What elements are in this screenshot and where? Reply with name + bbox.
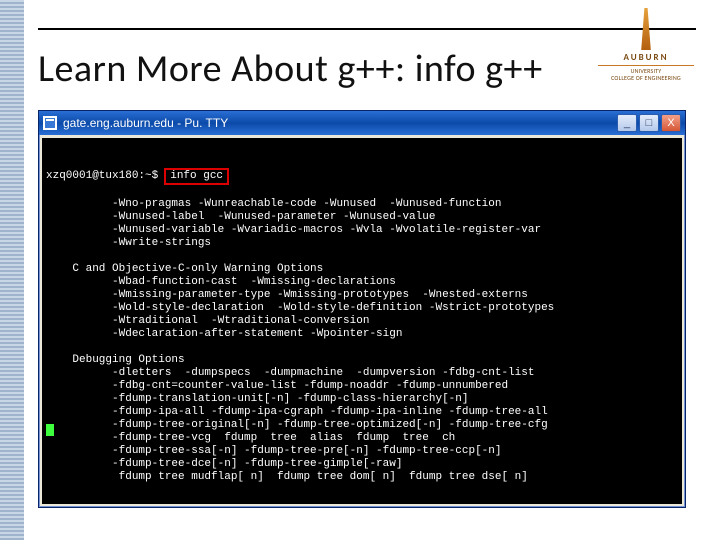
tower-icon — [638, 8, 654, 50]
term-line: -Wdeclaration-after-statement -Wpointer-… — [46, 328, 402, 340]
putty-icon — [43, 116, 57, 130]
close-icon: X — [667, 117, 674, 129]
maximize-button[interactable]: □ — [639, 114, 659, 132]
prompt-line: xzq0001@tux180:~$ info gcc — [46, 168, 678, 185]
term-line: -dletters -dumpspecs -dumpmachine -dumpv… — [46, 367, 534, 379]
term-line: -fdump-ipa-all -fdump-ipa-cgraph -fdump-… — [46, 406, 548, 418]
auburn-logo: AUBURN UNIVERSITY COLLEGE OF ENGINEERING — [598, 8, 694, 81]
window-title: gate.eng.auburn.edu - Pu. TTY — [63, 116, 611, 130]
left-decorative-stripe — [0, 0, 24, 540]
term-line: -Wmissing-parameter-type -Wmissing-proto… — [46, 289, 528, 301]
term-line: -fdump-translation-unit[-n] -fdump-class… — [46, 393, 468, 405]
term-line: -Wno-pragmas -Wunreachable-code -Wunused… — [46, 198, 501, 210]
logo-divider — [598, 65, 694, 66]
slide: Learn More About g++: info g++ AUBURN UN… — [0, 0, 720, 540]
logo-name: AUBURN — [598, 52, 694, 63]
term-line: Debugging Options — [46, 354, 185, 366]
term-line: -Wtraditional -Wtraditional-conversion — [46, 315, 369, 327]
slide-title: Learn More About g++: info g++ — [38, 46, 543, 92]
term-line: -Wbad-function-cast -Wmissing-declaratio… — [46, 276, 396, 288]
term-line: -fdump-tree-dce[-n] -fdump-tree-gimple[-… — [46, 458, 402, 470]
close-button[interactable]: X — [661, 114, 681, 132]
term-line: -fdbg-cnt=counter-value-list -fdump-noad… — [46, 380, 508, 392]
shell-prompt: xzq0001@tux180:~$ — [46, 170, 158, 183]
term-line: -Wunused-variable -Wvariadic-macros -Wvl… — [46, 224, 541, 236]
window-buttons: _ □ X — [617, 114, 681, 132]
term-line: -Wwrite-strings — [46, 237, 211, 249]
term-line: -Wunused-label -Wunused-parameter -Wunus… — [46, 211, 435, 223]
term-line: -fdump-tree-original[-n] -fdump-tree-opt… — [46, 419, 548, 431]
maximize-icon: □ — [646, 117, 653, 129]
term-line: fdump tree mudflap[ n] fdump tree dom[ n… — [46, 471, 528, 483]
logo-sub2: COLLEGE OF ENGINEERING — [598, 75, 694, 81]
term-line: C and Objective-C-only Warning Options — [46, 263, 323, 275]
window-titlebar[interactable]: gate.eng.auburn.edu - Pu. TTY _ □ X — [39, 111, 685, 135]
minimize-button[interactable]: _ — [617, 114, 637, 132]
command-highlight: info gcc — [164, 168, 229, 185]
terminal[interactable]: xzq0001@tux180:~$ info gcc -Wno-pragmas -… — [42, 138, 682, 504]
minimize-icon: _ — [624, 117, 630, 129]
term-line: -Wold-style-declaration -Wold-style-defi… — [46, 302, 554, 314]
terminal-cursor — [46, 424, 54, 436]
putty-window: gate.eng.auburn.edu - Pu. TTY _ □ X xzq0… — [38, 110, 686, 508]
term-line: -fdump-tree-ssa[-n] -fdump-tree-pre[-n] … — [46, 445, 501, 457]
command-text: info gcc — [170, 170, 223, 182]
term-line: -fdump-tree-vcg fdump tree alias fdump t… — [46, 432, 455, 444]
